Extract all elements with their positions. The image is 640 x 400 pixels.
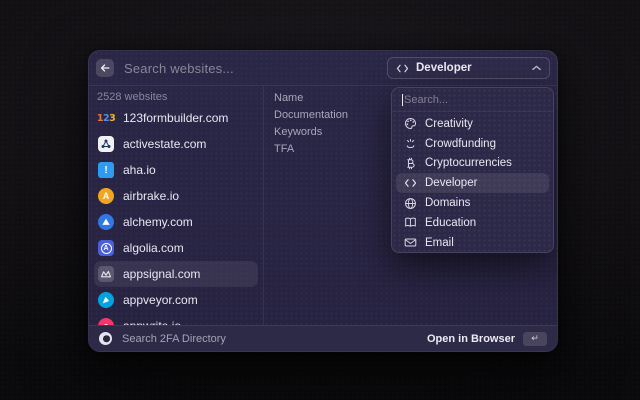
- website-name: activestate.com: [123, 137, 206, 151]
- algolia-ring-favicon: A: [98, 240, 114, 256]
- menu-item-label: Domains: [425, 197, 470, 209]
- menu-item-label: Email: [425, 237, 454, 249]
- globe-icon: [403, 196, 417, 210]
- menu-item-developer-selected[interactable]: Developer: [396, 173, 549, 193]
- code-icon: [403, 176, 417, 190]
- letter-a-favicon: A: [98, 188, 114, 204]
- websites-list: 2528 websites 123 123formbuilder.com act…: [89, 86, 263, 325]
- dropdown-search-input[interactable]: Search...: [392, 88, 553, 112]
- details-pane: Name Documentation Keywords TFA: [274, 92, 348, 156]
- text-cursor: [402, 94, 403, 106]
- enter-key-icon: ↵: [523, 332, 547, 346]
- search-bar: Search websites... Developer: [89, 51, 557, 85]
- detail-field-tfa: TFA: [274, 143, 348, 156]
- menu-item-creativity[interactable]: Creativity: [396, 114, 549, 134]
- list-item-123formbuilder[interactable]: 123 123formbuilder.com: [94, 105, 258, 131]
- detail-field-keywords: Keywords: [274, 126, 348, 139]
- code-icon: [396, 63, 409, 74]
- website-name: airbrake.io: [123, 189, 179, 203]
- dropdown-items: Creativity Crowdfunding Cryptocurrencies: [392, 112, 553, 253]
- search-input[interactable]: Search websites...: [124, 61, 387, 76]
- 123formbuilder-favicon: 123: [98, 110, 114, 126]
- list-item-algolia[interactable]: A algolia.com: [94, 235, 258, 261]
- list-item-appveyor[interactable]: appveyor.com: [94, 287, 258, 313]
- dropdown-search-placeholder: Search...: [404, 94, 448, 106]
- arrow-left-icon: [99, 62, 111, 74]
- menu-item-label: Creativity: [425, 118, 473, 130]
- list-count-header: 2528 websites: [97, 91, 167, 103]
- menu-item-crowdfunding[interactable]: Crowdfunding: [396, 134, 549, 154]
- menu-item-cryptocurrencies[interactable]: Cryptocurrencies: [396, 154, 549, 174]
- menu-item-domains[interactable]: Domains: [396, 193, 549, 213]
- open-in-browser-button[interactable]: Open in Browser ↵: [427, 332, 547, 346]
- list-item-aha[interactable]: ! aha.io: [94, 157, 258, 183]
- detail-field-name: Name: [274, 92, 348, 105]
- primary-action-label: Open in Browser: [427, 333, 515, 345]
- category-dropdown-button[interactable]: Developer: [387, 57, 550, 79]
- list-item-appsignal-selected[interactable]: appsignal.com: [94, 261, 258, 287]
- back-button[interactable]: [96, 59, 114, 77]
- website-name: 123formbuilder.com: [123, 111, 228, 125]
- palette-icon: [403, 117, 417, 131]
- appveyor-arrow-favicon: [98, 292, 114, 308]
- website-name: alchemy.com: [123, 215, 193, 229]
- list-item-alchemy[interactable]: alchemy.com: [94, 209, 258, 235]
- exclamation-favicon: !: [98, 162, 114, 178]
- alchemy-triangle-favicon: [98, 214, 114, 230]
- hand-coins-icon: [403, 137, 417, 151]
- detail-field-documentation: Documentation: [274, 109, 348, 122]
- website-name: aha.io: [123, 163, 156, 177]
- website-name: algolia.com: [123, 241, 184, 255]
- envelope-icon: [403, 236, 417, 250]
- list-rows: 123 123formbuilder.com activestate.com !…: [89, 105, 263, 339]
- list-item-activestate[interactable]: activestate.com: [94, 131, 258, 157]
- category-dropdown-label: Developer: [416, 62, 525, 74]
- column-divider: [263, 86, 264, 325]
- menu-item-label: Cryptocurrencies: [425, 157, 512, 169]
- status-bar: Search 2FA Directory Open in Browser ↵: [89, 325, 557, 351]
- desktop-background: Search websites... Developer 2528 websit…: [0, 0, 640, 400]
- website-name: appveyor.com: [123, 293, 198, 307]
- menu-item-email[interactable]: Email: [396, 233, 549, 253]
- list-item-airbrake[interactable]: A airbrake.io: [94, 183, 258, 209]
- book-icon: [403, 216, 417, 230]
- launcher-window: Search websites... Developer 2528 websit…: [88, 50, 558, 352]
- appsignal-crown-favicon: [98, 266, 114, 282]
- 2fa-directory-logo-icon: [99, 332, 112, 345]
- bitcoin-icon: [403, 156, 417, 170]
- menu-item-label: Education: [425, 217, 476, 229]
- website-name: appsignal.com: [123, 267, 200, 281]
- menu-item-label: Crowdfunding: [425, 138, 496, 150]
- category-dropdown-menu: Search... Creativity Crowdfunding: [391, 87, 554, 253]
- extension-title: Search 2FA Directory: [122, 333, 427, 345]
- menu-item-label: Developer: [425, 177, 477, 189]
- chevron-up-icon: [532, 65, 541, 71]
- menu-item-education[interactable]: Education: [396, 213, 549, 233]
- activestate-molecule-favicon: [98, 136, 114, 152]
